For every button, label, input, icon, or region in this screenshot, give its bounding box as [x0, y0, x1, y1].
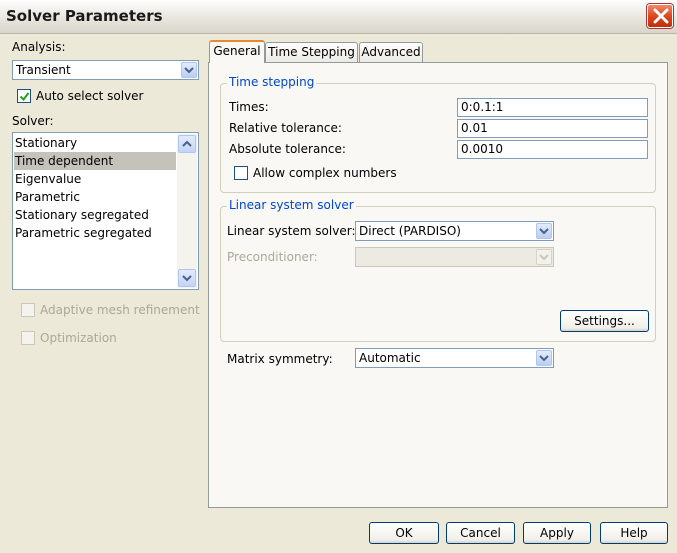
- matrix-symmetry-select[interactable]: Automatic: [355, 348, 554, 368]
- adaptive-mesh-refinement-label: Adaptive mesh refinement: [40, 303, 200, 317]
- absolute-tolerance-label: Absolute tolerance:: [229, 142, 346, 156]
- allow-complex-numbers-label: Allow complex numbers: [253, 166, 397, 180]
- auto-select-solver-label: Auto select solver: [36, 89, 144, 103]
- adaptive-mesh-refinement-checkbox[interactable]: [21, 303, 35, 317]
- solver-item-stationary[interactable]: Stationary: [14, 134, 176, 152]
- relative-tolerance-label: Relative tolerance:: [229, 121, 342, 135]
- matrix-symmetry-label: Matrix symmetry:: [227, 352, 333, 366]
- solver-list[interactable]: Stationary Time dependent Eigenvalue Par…: [12, 132, 199, 290]
- analysis-label: Analysis:: [12, 40, 66, 54]
- window-title: Solver Parameters: [6, 7, 163, 25]
- time-stepping-group: Time stepping Times: 0:0.1:1 Relative to…: [220, 75, 656, 193]
- chevron-down-icon[interactable]: [536, 223, 552, 239]
- solver-label: Solver:: [12, 114, 54, 128]
- help-button[interactable]: Help: [600, 522, 668, 544]
- absolute-tolerance-input[interactable]: 0.0010: [457, 140, 648, 159]
- solver-list-scrollbar[interactable]: [177, 134, 197, 288]
- tab-time-stepping[interactable]: Time Stepping: [265, 42, 358, 62]
- relative-tolerance-input[interactable]: 0.01: [457, 119, 648, 138]
- tab-advanced[interactable]: Advanced: [359, 42, 423, 62]
- close-button[interactable]: [647, 4, 673, 28]
- chevron-down-icon[interactable]: [181, 62, 197, 78]
- linear-system-solver-select[interactable]: Direct (PARDISO): [355, 221, 554, 241]
- chevron-down-icon: [182, 275, 192, 282]
- preconditioner-label: Preconditioner:: [227, 250, 318, 264]
- solver-item-stationary-segregated[interactable]: Stationary segregated: [14, 206, 176, 224]
- analysis-value: Transient: [16, 63, 71, 77]
- apply-button[interactable]: Apply: [523, 522, 591, 544]
- allow-complex-numbers-checkbox[interactable]: [234, 166, 248, 180]
- chevron-down-icon[interactable]: [536, 350, 552, 366]
- times-input[interactable]: 0:0.1:1: [457, 98, 648, 117]
- solver-item-parametric[interactable]: Parametric: [14, 188, 176, 206]
- solver-item-parametric-segregated[interactable]: Parametric segregated: [14, 224, 176, 242]
- time-stepping-title: Time stepping: [227, 75, 317, 89]
- optimization-checkbox[interactable]: [21, 331, 35, 345]
- title-bar: Solver Parameters: [0, 0, 677, 34]
- scroll-up-button[interactable]: [178, 135, 196, 153]
- preconditioner-select[interactable]: [355, 247, 554, 267]
- linear-system-solver-value: Direct (PARDISO): [359, 224, 461, 238]
- optimization-label: Optimization: [40, 331, 117, 345]
- checkmark-icon: [19, 92, 30, 102]
- chevron-down-icon: [536, 249, 552, 265]
- settings-button[interactable]: Settings...: [560, 310, 649, 332]
- auto-select-solver-checkbox[interactable]: [17, 89, 31, 103]
- analysis-select[interactable]: Transient: [12, 60, 199, 80]
- general-tab-panel: Time stepping Times: 0:0.1:1 Relative to…: [208, 62, 668, 508]
- linear-system-solver-label: Linear system solver:: [227, 224, 356, 238]
- solver-parameters-dialog: Solver Parameters Analysis: Transient Au…: [0, 0, 677, 553]
- linear-system-solver-title: Linear system solver: [227, 198, 356, 212]
- scroll-down-button[interactable]: [178, 269, 196, 287]
- tab-general[interactable]: General: [209, 40, 265, 63]
- matrix-symmetry-value: Automatic: [359, 351, 421, 365]
- solver-item-time-dependent[interactable]: Time dependent: [14, 152, 176, 170]
- solver-item-eigenvalue[interactable]: Eigenvalue: [14, 170, 176, 188]
- cancel-button[interactable]: Cancel: [446, 522, 515, 544]
- close-icon: [653, 8, 669, 24]
- times-label: Times:: [229, 100, 269, 114]
- linear-system-solver-group: Linear system solver Linear system solve…: [220, 198, 656, 342]
- ok-button[interactable]: OK: [369, 522, 439, 544]
- chevron-up-icon: [182, 140, 192, 147]
